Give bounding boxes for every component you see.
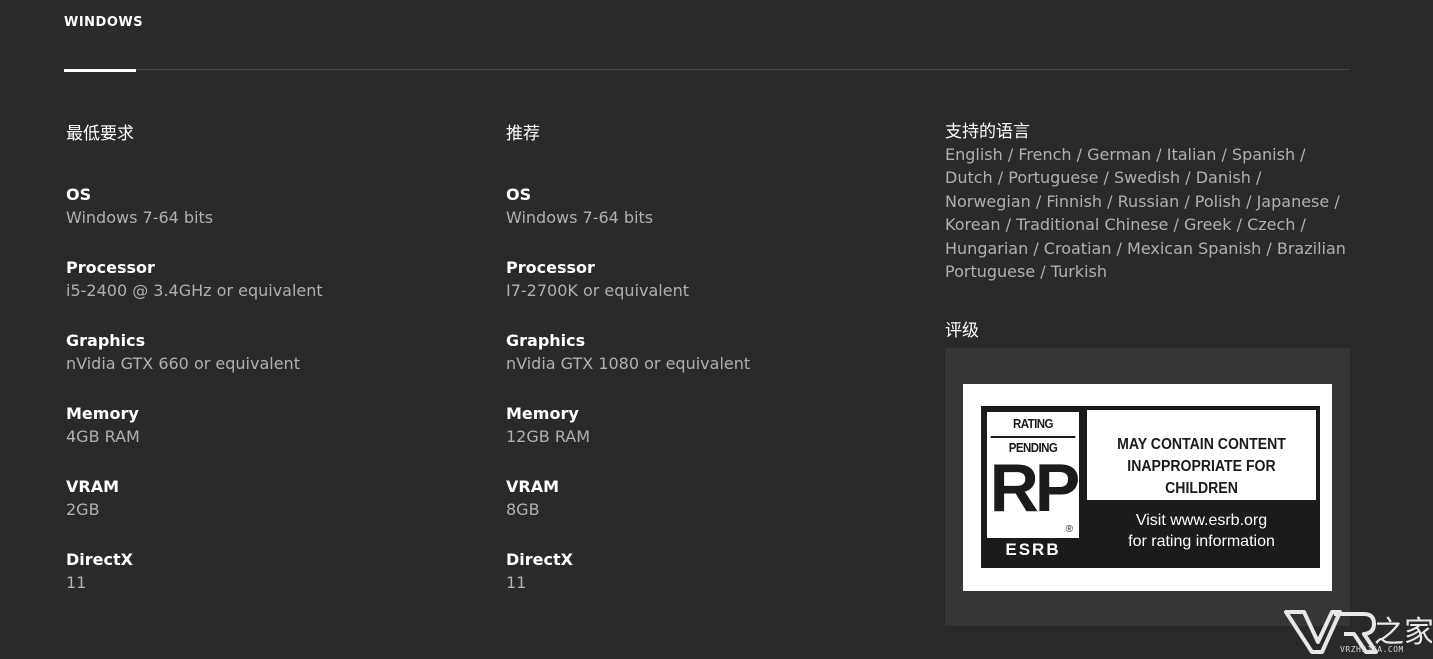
- spec-value: 8GB: [506, 500, 540, 519]
- min-spec-graphics: Graphics nVidia GTX 660 or equivalent: [66, 330, 466, 376]
- rec-spec-directx: DirectX 11: [506, 549, 906, 595]
- esrb-badge: RATING PENDING RP ® ESRB MAY CONTAIN CON…: [981, 406, 1320, 568]
- recommended-requirements: 推荐 OS Windows 7-64 bits Processor I7-270…: [506, 122, 906, 592]
- watermark-url: VRZHIJIA.COM: [1340, 645, 1404, 654]
- spec-value: 2GB: [66, 500, 100, 519]
- rec-spec-vram: VRAM 8GB: [506, 476, 906, 522]
- min-spec-processor: Processor i5-2400 @ 3.4GHz or equivalent: [66, 257, 466, 303]
- min-spec-vram: VRAM 2GB: [66, 476, 466, 522]
- spec-value: nVidia GTX 1080 or equivalent: [506, 354, 751, 373]
- spec-label: VRAM: [66, 477, 120, 496]
- spec-value: 4GB RAM: [66, 427, 140, 446]
- minimum-requirements: 最低要求 OS Windows 7-64 bits Processor i5-2…: [66, 122, 466, 592]
- rec-spec-processor: Processor I7-2700K or equivalent: [506, 257, 906, 303]
- recommended-heading: 推荐: [506, 124, 540, 144]
- spec-label: VRAM: [506, 477, 560, 496]
- tab-active-indicator: [64, 69, 136, 72]
- spec-value: I7-2700K or equivalent: [506, 281, 689, 300]
- visit-line-1: Visit www.esrb.org: [1135, 512, 1268, 529]
- spec-value: 12GB RAM: [506, 427, 591, 446]
- esrb-rating-code: RP: [989, 450, 1080, 526]
- spec-value: nVidia GTX 660 or equivalent: [66, 354, 300, 373]
- spec-label: Graphics: [506, 331, 586, 350]
- spec-value: Windows 7-64 bits: [66, 208, 214, 227]
- esrb-rating-card: RATING PENDING RP ® ESRB MAY CONTAIN CON…: [963, 384, 1332, 591]
- spec-label: DirectX: [66, 550, 133, 569]
- visit-line-2: for rating information: [1128, 533, 1275, 550]
- tab-windows[interactable]: WINDOWS: [64, 15, 143, 72]
- rec-spec-graphics: Graphics nVidia GTX 1080 or equivalent: [506, 330, 906, 376]
- rec-spec-memory: Memory 12GB RAM: [506, 403, 906, 449]
- warning-line-2: INAPPROPRIATE FOR CHILDREN: [1127, 458, 1276, 497]
- spec-label: OS: [506, 185, 532, 204]
- spec-label: Graphics: [66, 331, 146, 350]
- min-spec-memory: Memory 4GB RAM: [66, 403, 466, 449]
- languages-list: English / French / German / Italian / Sp…: [945, 145, 1346, 282]
- rating-panel: RATING PENDING RP ® ESRB MAY CONTAIN CON…: [945, 348, 1350, 626]
- registered-mark: ®: [1065, 524, 1073, 535]
- esrb-brand: ESRB: [987, 538, 1079, 562]
- spec-label: OS: [66, 185, 92, 204]
- min-spec-directx: DirectX 11: [66, 549, 466, 595]
- spec-value: i5-2400 @ 3.4GHz or equivalent: [66, 281, 323, 300]
- spec-label: Memory: [506, 404, 579, 423]
- min-spec-os: OS Windows 7-64 bits: [66, 184, 466, 230]
- warning-line-1: MAY CONTAIN CONTENT: [1117, 436, 1286, 453]
- spec-label: DirectX: [506, 550, 573, 569]
- spec-value: 11: [66, 573, 87, 592]
- spec-label: Memory: [66, 404, 139, 423]
- minimum-heading: 最低要求: [66, 124, 134, 144]
- languages-heading: 支持的语言: [945, 122, 1030, 142]
- spec-value: Windows 7-64 bits: [506, 208, 654, 227]
- esrb-visit-info: Visit www.esrb.org for rating informatio…: [1087, 506, 1316, 562]
- esrb-rating-box: RATING PENDING RP ® ESRB: [985, 410, 1081, 564]
- rating-heading: 评级: [945, 321, 979, 341]
- spec-value: 11: [506, 573, 527, 592]
- supported-languages: 支持的语言 English / French / German / Italia…: [945, 121, 1355, 283]
- rec-spec-os: OS Windows 7-64 bits: [506, 184, 906, 230]
- esrb-content-warning: MAY CONTAIN CONTENT INAPPROPRIATE FOR CH…: [1087, 410, 1316, 500]
- esrb-pending-label: RATING PENDING: [990, 412, 1076, 455]
- spec-label: Processor: [506, 258, 595, 277]
- spec-label: Processor: [66, 258, 155, 277]
- platform-tabbar: WINDOWS: [64, 0, 1350, 72]
- tab-windows-label: WINDOWS: [64, 15, 144, 30]
